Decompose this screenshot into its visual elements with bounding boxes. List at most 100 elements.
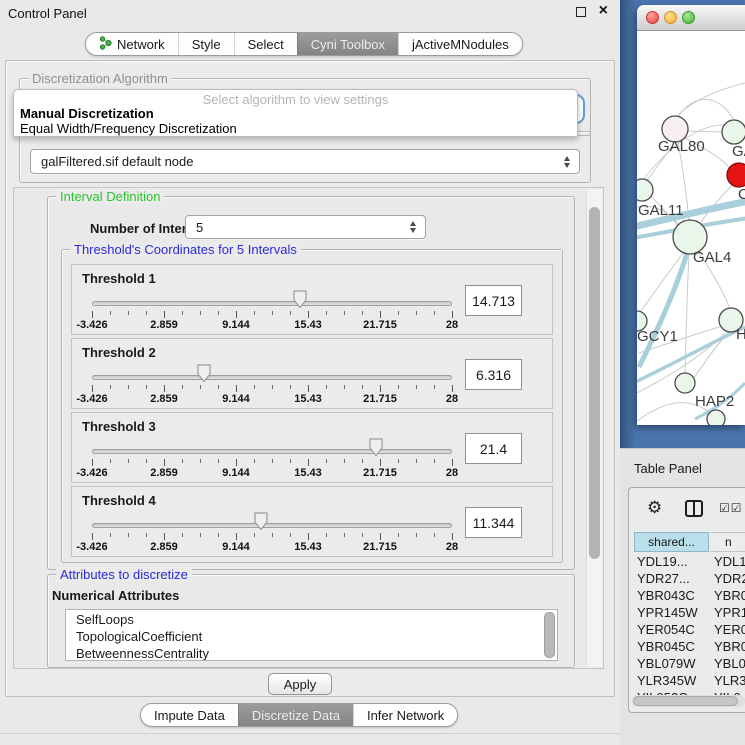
gear-icon[interactable]: ⚙ bbox=[647, 498, 662, 518]
slider-scale-label: -3.426 bbox=[76, 541, 107, 553]
stepper-icon bbox=[410, 221, 416, 233]
list-scrollbar[interactable] bbox=[544, 612, 555, 658]
close-traffic-light-icon[interactable] bbox=[646, 11, 659, 24]
tab-impute-data[interactable]: Impute Data bbox=[141, 704, 238, 726]
group-title: Threshold's Coordinates for 5 Intervals bbox=[70, 242, 301, 257]
slider-scale-label: 2.859 bbox=[150, 467, 178, 479]
threshold-4-slider-thumb[interactable] bbox=[254, 512, 269, 531]
float-window-icon[interactable] bbox=[576, 7, 586, 17]
table-cell-name: YLR3 bbox=[714, 673, 745, 688]
slider-ticks bbox=[92, 385, 452, 393]
table-cell-shared-name: YER054C bbox=[637, 622, 707, 637]
table-row[interactable]: YBR043CYBR0 bbox=[629, 588, 745, 605]
column-header-shared-name[interactable]: shared... bbox=[634, 532, 709, 552]
table-cell-name: YDR2 bbox=[714, 571, 745, 586]
slider-scale-label: 2.859 bbox=[150, 393, 178, 405]
node-label-h: H bbox=[736, 326, 745, 343]
threshold-2-slider-thumb[interactable] bbox=[196, 364, 211, 383]
slider-scale-label: 9.144 bbox=[222, 467, 250, 479]
threshold-3-value-field[interactable]: 21.4 bbox=[465, 433, 522, 464]
tab-discretize-data[interactable]: Discretize Data bbox=[238, 704, 353, 726]
apply-button[interactable]: Apply bbox=[268, 673, 332, 695]
tab-jactivemnodules[interactable]: jActiveMNodules bbox=[398, 33, 522, 55]
slider-scale-label: 28 bbox=[446, 541, 458, 553]
slider-scale-labels: -3.4262.8599.14415.4321.71528 bbox=[92, 319, 452, 332]
menu-item-equal-width-frequency[interactable]: Equal Width/Frequency Discretization bbox=[20, 121, 237, 136]
slider-scale-label: 21.715 bbox=[363, 541, 397, 553]
threshold-4-value-field[interactable]: 11.344 bbox=[465, 507, 522, 538]
scrollbar-thumb[interactable] bbox=[589, 207, 600, 559]
columns-icon[interactable] bbox=[685, 500, 703, 517]
network-icon bbox=[99, 36, 112, 53]
algorithm-dropdown-popup: Select algorithm to view settings Manual… bbox=[13, 89, 578, 137]
threshold-4-row: Threshold 4 -3.4262.8599.14415.4321.7152… bbox=[71, 486, 553, 557]
checkboxes-icon[interactable]: ☑☑ bbox=[719, 501, 743, 515]
table-header-row: shared... n bbox=[629, 532, 745, 552]
tab-select[interactable]: Select bbox=[234, 33, 297, 55]
table-row[interactable]: YBR045C YBR0 bbox=[629, 639, 745, 656]
network-canvas[interactable]: GAL80 GA C GAL11 GAL4 GCY1 H HAP2 bbox=[637, 31, 745, 425]
node-top-right bbox=[722, 120, 745, 144]
group-title: Interval Definition bbox=[56, 189, 164, 204]
hscrollbar-thumb[interactable] bbox=[633, 696, 738, 706]
numerical-attributes-list[interactable]: SelfLoops TopologicalCoefficient Between… bbox=[65, 609, 558, 661]
column-header-name[interactable]: n bbox=[710, 532, 745, 552]
table-row[interactable]: YDR27...YDR2 bbox=[629, 571, 745, 588]
tab-style[interactable]: Style bbox=[178, 33, 234, 55]
tab-cyni-toolbox[interactable]: Cyni Toolbox bbox=[297, 33, 398, 55]
settings-scrollbar[interactable] bbox=[586, 189, 602, 667]
list-item[interactable]: TopologicalCoefficient bbox=[76, 628, 557, 645]
slider-scale-label: 21.715 bbox=[363, 319, 397, 331]
table-cell-shared-name: YBR045C bbox=[637, 639, 707, 654]
table-data-group: Table Data galFiltered.sif default node bbox=[19, 131, 591, 183]
table-toolbar: ⚙ ☑☑ bbox=[629, 488, 745, 530]
table-cell-shared-name: YPR145W bbox=[637, 605, 707, 620]
table-cell-name: YBR0 bbox=[714, 639, 745, 654]
slider-scale-label: 9.144 bbox=[222, 393, 250, 405]
table-panel-title: Table Panel bbox=[634, 461, 702, 476]
threshold-2-label: Threshold 2 bbox=[82, 345, 156, 360]
menu-item-manual-discretization[interactable]: Manual Discretization bbox=[20, 106, 154, 121]
tab-network[interactable]: Network bbox=[86, 33, 178, 55]
slider-scale-labels: -3.4262.8599.14415.4321.71528 bbox=[92, 393, 452, 406]
table-row[interactable]: YBL079WYBL0 bbox=[629, 656, 745, 673]
threshold-1-value-field[interactable]: 14.713 bbox=[465, 285, 522, 316]
thresholds-group: Threshold's Coordinates for 5 Intervals … bbox=[61, 249, 563, 563]
group-title: Attributes to discretize bbox=[56, 567, 192, 582]
tab-infer-network[interactable]: Infer Network bbox=[353, 704, 457, 726]
slider-scale-label: 9.144 bbox=[222, 541, 250, 553]
window-title: Control Panel bbox=[8, 6, 87, 21]
slider-scale-label: 2.859 bbox=[150, 541, 178, 553]
threshold-4-label: Threshold 4 bbox=[82, 493, 156, 508]
table-cell-shared-name: YBL079W bbox=[637, 656, 707, 671]
node-bottom-partial bbox=[707, 410, 725, 425]
slider-scale-label: 15.43 bbox=[294, 319, 322, 331]
slider-scale-label: 21.715 bbox=[363, 393, 397, 405]
close-icon[interactable]: × bbox=[599, 2, 608, 20]
slider-scale-label: 15.43 bbox=[294, 467, 322, 479]
list-item[interactable]: BetweennessCentrality bbox=[76, 645, 557, 661]
network-view-window: GAL80 GA C GAL11 GAL4 GCY1 H HAP2 bbox=[637, 5, 745, 425]
list-item[interactable]: SelfLoops bbox=[76, 611, 557, 628]
table-data-select[interactable]: galFiltered.sif default node bbox=[30, 149, 580, 174]
table-row[interactable]: YDL19...YDL1 bbox=[629, 554, 745, 571]
stepper-icon bbox=[564, 156, 570, 168]
table-row[interactable]: YLR345WYLR3 bbox=[629, 673, 745, 690]
threshold-1-slider-thumb[interactable] bbox=[292, 290, 307, 309]
minimize-traffic-light-icon[interactable] bbox=[664, 11, 677, 24]
slider-ticks bbox=[92, 459, 452, 467]
threshold-2-value-field[interactable]: 6.316 bbox=[465, 359, 522, 390]
number-of-intervals-select[interactable]: 5 bbox=[185, 215, 426, 239]
table-row[interactable]: YER054CYER0 bbox=[629, 622, 745, 639]
zoom-traffic-light-icon[interactable] bbox=[682, 11, 695, 24]
node-red bbox=[727, 163, 745, 187]
threshold-3-slider-thumb[interactable] bbox=[369, 438, 384, 457]
group-title: Discretization Algorithm bbox=[28, 71, 172, 86]
slider-scale-label: 28 bbox=[446, 393, 458, 405]
node-label-hap2: HAP2 bbox=[695, 393, 734, 410]
interval-definition-group: Interval Definition Number of Intervals … bbox=[47, 196, 575, 570]
table-row[interactable]: YPR145WYPR1 bbox=[629, 605, 745, 622]
table-hscrollbar[interactable] bbox=[632, 695, 745, 707]
slider-ticks bbox=[92, 311, 452, 319]
attributes-to-discretize-group: Attributes to discretize Numerical Attri… bbox=[47, 574, 575, 668]
